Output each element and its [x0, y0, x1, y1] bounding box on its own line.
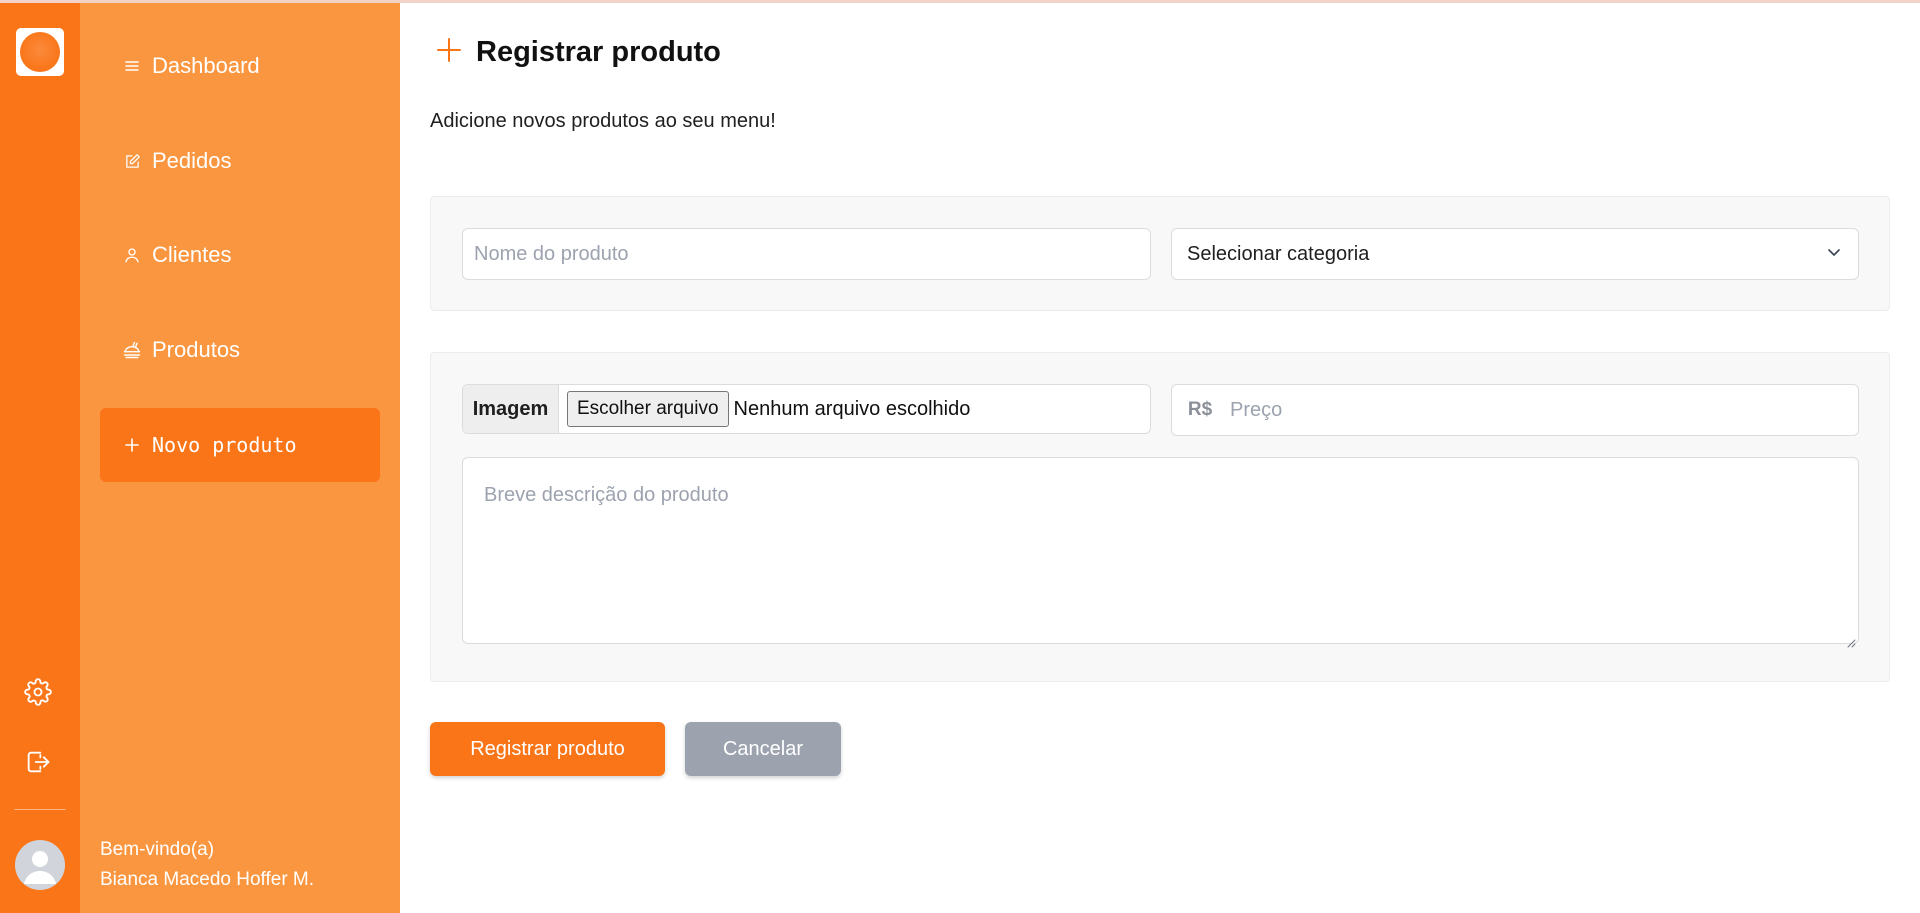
- user-avatar-icon[interactable]: [15, 840, 65, 890]
- image-label: Imagem: [463, 385, 559, 433]
- sidebar-item-label: Novo produto: [152, 433, 297, 457]
- sidebar-item-clientes[interactable]: Clientes: [100, 218, 380, 292]
- product-basics-panel: Nome do produto Selecionar categoria: [430, 196, 1890, 311]
- choose-file-button[interactable]: Escolher arquivo: [567, 391, 729, 427]
- food-icon: [122, 340, 142, 360]
- price-input[interactable]: R$ Preço: [1171, 384, 1859, 436]
- register-product-button[interactable]: Registrar produto: [430, 722, 665, 776]
- description-placeholder: Breve descrição do produto: [484, 484, 729, 506]
- page-header: Registrar produto: [436, 36, 721, 69]
- welcome-text: Bem-vindo(a): [100, 839, 215, 860]
- chevron-down-icon: [1826, 243, 1842, 266]
- gear-icon[interactable]: [22, 676, 54, 708]
- sidebar-item-pedidos[interactable]: Pedidos: [100, 124, 380, 198]
- sidebar-item-label: Clientes: [152, 242, 232, 267]
- file-status-text: Nenhum arquivo escolhido: [733, 397, 971, 420]
- menu-lines-icon: [122, 56, 142, 76]
- icon-rail: [0, 0, 80, 913]
- sidebar-item-produtos[interactable]: Produtos: [100, 313, 380, 387]
- sidebar-item-dashboard[interactable]: Dashboard: [100, 29, 380, 103]
- sidebar-item-label: Produtos: [152, 337, 241, 362]
- rail-divider: [14, 809, 66, 810]
- price-placeholder: Preço: [1230, 398, 1283, 421]
- main-content: Registrar produto Adicione novos produto…: [400, 0, 1920, 913]
- plus-icon: [122, 435, 142, 455]
- cancel-button[interactable]: Cancelar: [685, 722, 841, 776]
- resize-handle-icon[interactable]: [1846, 631, 1856, 648]
- sidebar-item-novo-produto[interactable]: Novo produto: [100, 408, 380, 482]
- user-name: Bianca Macedo Hoffer M.: [100, 869, 315, 890]
- product-details-panel: Imagem Escolher arquivo Nenhum arquivo e…: [430, 352, 1890, 682]
- sidebar-item-label: Pedidos: [152, 148, 232, 173]
- brand-logo-icon[interactable]: [16, 28, 64, 76]
- logout-icon[interactable]: [22, 746, 54, 778]
- product-name-input[interactable]: Nome do produto: [462, 228, 1151, 280]
- category-selected-value: Selecionar categoria: [1187, 242, 1370, 265]
- sidebar: Dashboard Pedidos Clientes Produtos Novo…: [80, 0, 400, 913]
- sidebar-item-label: Dashboard: [152, 53, 260, 78]
- top-accent-line: [0, 0, 1920, 3]
- page-subtitle: Adicione novos produtos ao seu menu!: [430, 110, 776, 132]
- description-textarea[interactable]: Breve descrição do produto: [462, 457, 1859, 648]
- category-select[interactable]: Selecionar categoria: [1171, 228, 1859, 280]
- plus-icon: [436, 37, 462, 68]
- product-name-placeholder: Nome do produto: [474, 242, 629, 265]
- page-title: Registrar produto: [476, 36, 721, 68]
- edit-square-icon: [122, 151, 142, 171]
- welcome-block: Bem-vindo(a) Bianca Macedo Hoffer M.: [100, 835, 314, 895]
- user-icon: [122, 245, 142, 265]
- currency-prefix: R$: [1187, 399, 1213, 420]
- image-upload-field: Imagem Escolher arquivo Nenhum arquivo e…: [462, 384, 1151, 434]
